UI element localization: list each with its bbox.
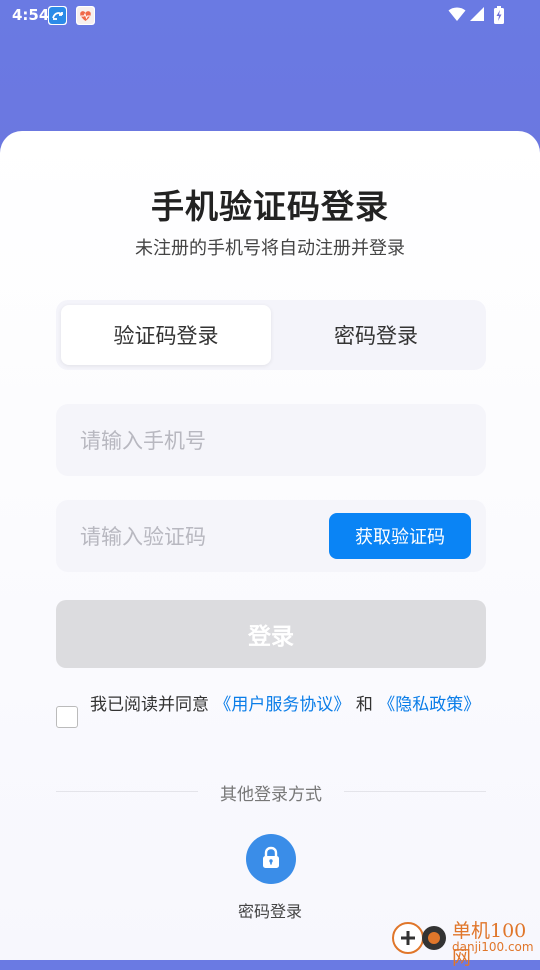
signal-icon [469, 6, 485, 26]
app-notification-icon [48, 6, 67, 25]
phone-input[interactable] [78, 404, 322, 478]
page-title: 手机验证码登录 [151, 187, 389, 226]
login-button[interactable]: 登录 [56, 600, 486, 668]
privacy-policy-link[interactable]: 《隐私政策》 [378, 695, 480, 715]
divider-left [56, 791, 198, 792]
wifi-icon [448, 6, 466, 26]
watermark: 单机100网 danji100.com [390, 912, 540, 969]
other-methods-label: 其他登录方式 [220, 785, 322, 805]
watermark-url: danji100.com [452, 940, 534, 954]
code-field: 获取验证码 [56, 500, 486, 574]
page-subtitle: 未注册的手机号将自动注册并登录 [135, 238, 405, 259]
tab-password-login[interactable]: 密码登录 [271, 305, 481, 365]
lock-icon [260, 846, 282, 873]
status-time: 4:54 [12, 6, 50, 24]
tab-sms-code-login[interactable]: 验证码登录 [61, 305, 271, 365]
verification-code-input[interactable] [78, 500, 302, 574]
agreement-conjunction: 和 [355, 695, 373, 715]
login-method-tabs: 验证码登录 密码登录 [56, 300, 486, 370]
agreement-checkbox[interactable] [56, 706, 78, 728]
get-code-button[interactable]: 获取验证码 [329, 513, 471, 559]
phone-field [56, 404, 486, 478]
divider-right [344, 791, 486, 792]
battery-charging-icon [494, 6, 504, 28]
agreement-prefix: 我已阅读并同意 [90, 695, 209, 715]
watermark-logo-icon [390, 916, 450, 960]
status-bar: 4:54 [0, 0, 540, 32]
agreement-text: 我已阅读并同意 《用户服务协议》 和 《隐私政策》 [90, 694, 490, 716]
password-login-button[interactable] [246, 834, 296, 884]
health-app-icon [76, 6, 95, 25]
user-agreement-link[interactable]: 《用户服务协议》 [214, 695, 350, 715]
